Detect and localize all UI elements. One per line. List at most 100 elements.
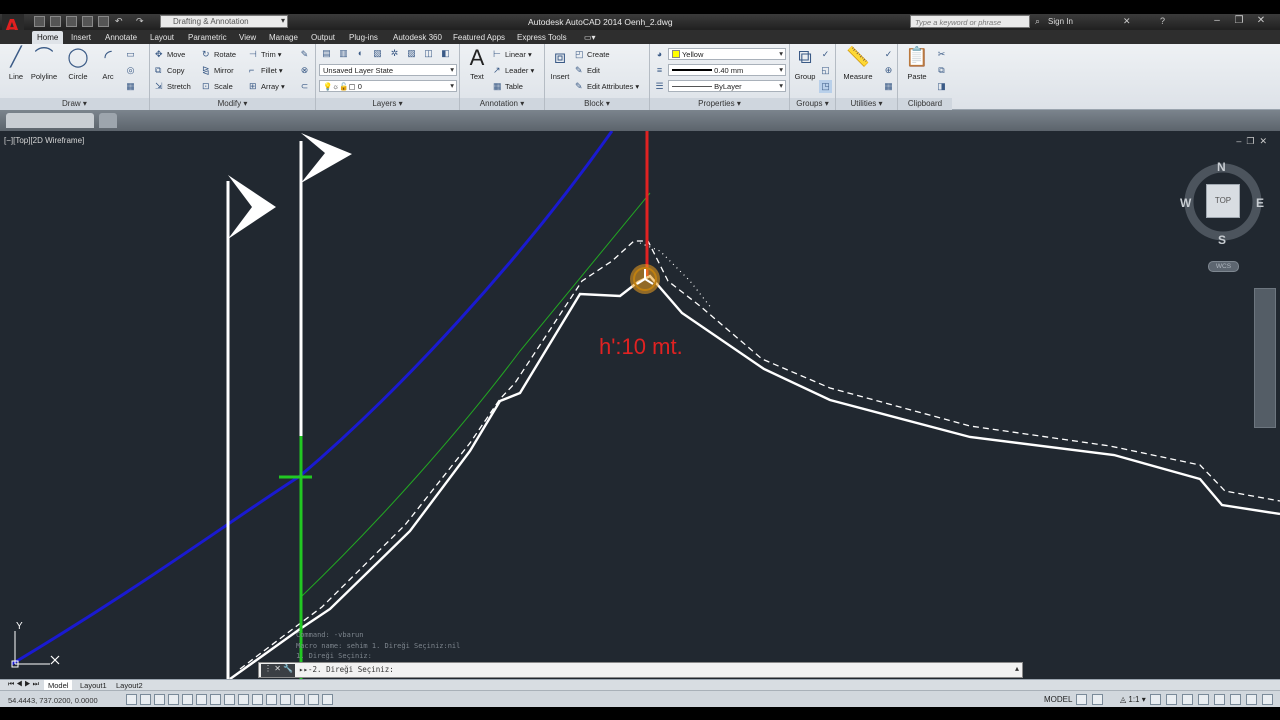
compass-west[interactable]: W	[1180, 196, 1191, 210]
height-annotation[interactable]: h':10 mt.	[599, 334, 683, 360]
clean-screen-icon[interactable]	[1262, 694, 1273, 705]
new-tab-icon[interactable]	[99, 113, 117, 128]
edit-attributes-button[interactable]: ✎ Edit Attributes ▾	[575, 81, 639, 93]
allow-ucs-icon[interactable]	[238, 694, 249, 705]
paste-button[interactable]: 📋 Paste	[902, 46, 932, 81]
coordinates-readout[interactable]: 54.4443, 737.0200, 0.0000	[8, 696, 98, 705]
help-icon[interactable]: ?	[1160, 16, 1165, 26]
quick-view-layouts-icon[interactable]	[1076, 694, 1087, 705]
command-history-toggle-icon[interactable]: ▴	[1015, 664, 1019, 673]
navigation-bar[interactable]	[1254, 288, 1276, 428]
lineweight-toggle-icon[interactable]	[266, 694, 277, 705]
lineweight-dropdown[interactable]: 0.40 mm	[668, 64, 786, 76]
offset-icon[interactable]: ⊂	[298, 80, 311, 93]
layer-freeze-icon[interactable]: ✲	[388, 47, 401, 60]
selection-cycling-icon[interactable]	[308, 694, 319, 705]
tab-parametric[interactable]: Parametric	[188, 31, 227, 44]
tab-express-tools[interactable]: Express Tools	[517, 31, 567, 44]
create-block-button[interactable]: ◰ Create	[575, 49, 610, 61]
isolate-objects-icon[interactable]	[1230, 694, 1241, 705]
restore-icon[interactable]: ❐	[1230, 15, 1248, 28]
flag-pole-2[interactable]	[299, 133, 352, 679]
layer-isolate-icon[interactable]: ▧	[371, 47, 384, 60]
layers-panel-title[interactable]: Layers ▾	[316, 98, 459, 110]
draw-panel-title[interactable]: Draw ▾	[0, 98, 149, 110]
properties-panel-title[interactable]: Properties ▾	[650, 98, 789, 110]
annotation-monitor-icon[interactable]	[322, 694, 333, 705]
layer-off-icon[interactable]: ◐	[354, 47, 367, 60]
terrain-profile[interactable]	[229, 274, 1280, 679]
compass-north[interactable]: N	[1217, 160, 1226, 174]
drawing-canvas[interactable]: Y	[0, 131, 1280, 679]
polar-tracking-icon[interactable]	[182, 694, 193, 705]
copy-button[interactable]: ⧉ Copy	[155, 65, 185, 77]
tab-manage[interactable]: Manage	[269, 31, 298, 44]
tab-featured-apps[interactable]: Featured Apps	[453, 31, 505, 44]
leader-button[interactable]: ↗ Leader ▾	[493, 65, 534, 77]
select-all-icon[interactable]: ⊕	[882, 64, 895, 77]
erase-icon[interactable]: ✎	[298, 48, 311, 61]
match-properties-icon[interactable]: ◕	[653, 48, 666, 61]
status-menu-icon[interactable]	[1246, 694, 1257, 705]
text-button[interactable]: A Text	[462, 46, 492, 82]
minimize-icon[interactable]: –	[1208, 15, 1226, 28]
ortho-mode-icon[interactable]	[168, 694, 179, 705]
clipboard-panel-title[interactable]: Clipboard	[898, 98, 952, 110]
workspace-dropdown[interactable]: Drafting & Annotation	[160, 15, 288, 28]
wcs-menu-button[interactable]: WCS	[1208, 261, 1239, 272]
array-button[interactable]: ⊞ Array ▾	[249, 81, 285, 93]
lineweight-icon[interactable]: ≡	[653, 64, 666, 77]
search-icon[interactable]: ⌕	[1035, 16, 1040, 27]
boundary-icon[interactable]: ▦	[124, 80, 137, 93]
3d-osnap-icon[interactable]	[210, 694, 221, 705]
rectangle-icon[interactable]: ▭	[124, 48, 137, 61]
tab-output[interactable]: Output	[311, 31, 335, 44]
line-button[interactable]: ╱ Line	[1, 46, 31, 81]
utilities-panel-title[interactable]: Utilities ▾	[836, 98, 897, 110]
move-button[interactable]: ✥ Move	[155, 49, 185, 61]
transparency-icon[interactable]	[280, 694, 291, 705]
tab-layout[interactable]: Layout	[150, 31, 174, 44]
undo-icon[interactable]: ↶	[115, 16, 123, 27]
groups-panel-title[interactable]: Groups ▾	[790, 98, 835, 110]
stretch-button[interactable]: ⇲ Stretch	[155, 81, 191, 93]
quick-select-icon[interactable]: ✓	[882, 48, 895, 61]
layer-dropdown[interactable]: 💡☼🔓▢ 0	[319, 80, 457, 92]
group-selection-icon[interactable]: ◳	[819, 80, 832, 93]
scale-button[interactable]: ⊡ Scale	[202, 81, 233, 93]
green-guide-line[interactable]	[301, 192, 651, 597]
calculator-icon[interactable]: ▦	[882, 80, 895, 93]
layer-state-dropdown[interactable]: Unsaved Layer State	[319, 64, 457, 76]
rotate-button[interactable]: ↻ Rotate	[202, 49, 236, 61]
open-file-icon[interactable]	[50, 16, 61, 27]
tab-home[interactable]: Home	[32, 31, 64, 44]
measure-button[interactable]: 📏 Measure	[840, 46, 876, 81]
modify-panel-title[interactable]: Modify ▾	[150, 98, 315, 110]
grid-display-icon[interactable]	[154, 694, 165, 705]
viewcube-top-face[interactable]: TOP	[1206, 184, 1240, 218]
quick-properties-icon[interactable]	[294, 694, 305, 705]
polyline-button[interactable]: ⌒ Polyline	[29, 46, 59, 81]
mirror-button[interactable]: ⧎ Mirror	[202, 65, 234, 77]
object-snap-tracking-icon[interactable]	[224, 694, 235, 705]
match-clip-icon[interactable]: ◨	[935, 80, 948, 93]
snap-mode-icon[interactable]	[140, 694, 151, 705]
circle-button[interactable]: ◯ Circle	[63, 46, 93, 81]
viewport-window-controls[interactable]: –❐✕	[1236, 136, 1272, 147]
edit-block-button[interactable]: ✎ Edit	[575, 65, 600, 77]
linear-dimension-button[interactable]: ⊢ Linear ▾	[493, 49, 532, 61]
lock-ui-icon[interactable]	[1198, 694, 1209, 705]
blue-polyline[interactable]	[11, 131, 614, 666]
new-file-icon[interactable]	[34, 16, 45, 27]
drawing-viewport[interactable]: Y [−][Top][2D Wireframe] –❐✕ h':10 mt. N…	[0, 131, 1280, 679]
block-panel-title[interactable]: Block ▾	[545, 98, 649, 110]
flag-pole-1[interactable]	[226, 175, 276, 679]
ungroup-icon[interactable]: ✓	[819, 48, 832, 61]
compass-south[interactable]: S	[1218, 233, 1226, 247]
layer-match-icon[interactable]: ◫	[422, 47, 435, 60]
tab-autodesk-360[interactable]: Autodesk 360	[393, 31, 442, 44]
close-icon[interactable]: ✕	[1252, 15, 1270, 28]
file-tab[interactable]	[6, 113, 94, 128]
explode-icon[interactable]: ⊗	[298, 64, 311, 77]
hatch-icon[interactable]: ◎	[124, 64, 137, 77]
